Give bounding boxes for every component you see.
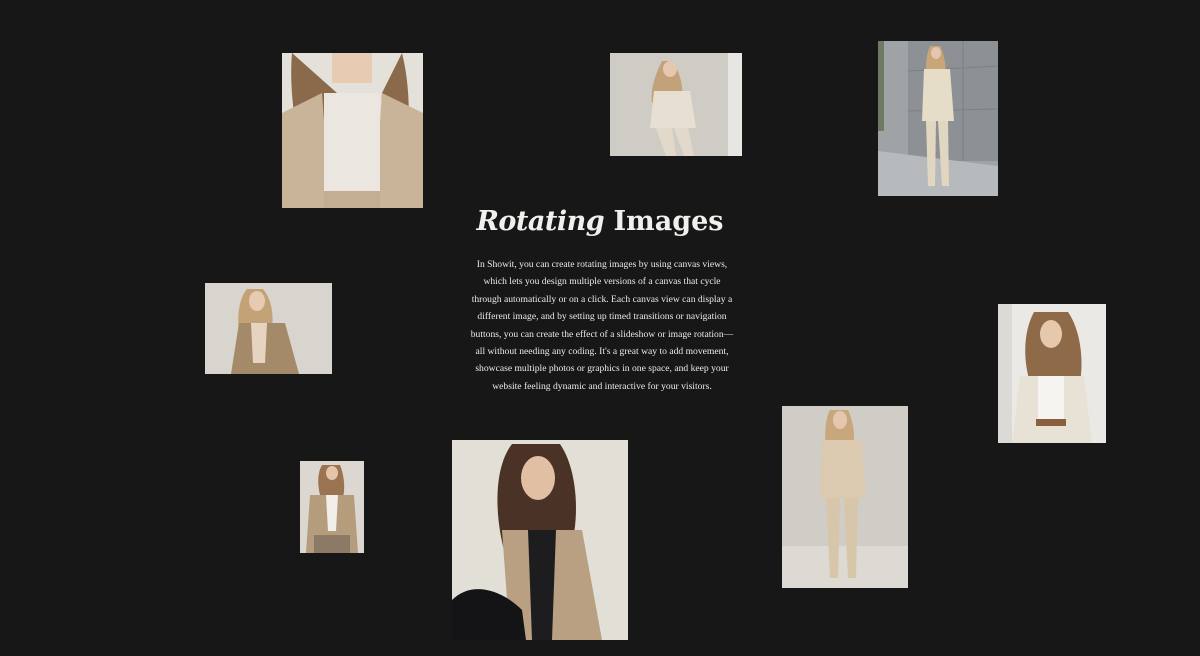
title-italic-word: Rotating [476,206,605,237]
photo-seated-brunette [452,440,628,640]
photo-walking-cream-suit [610,53,742,156]
photo-concrete-walk [878,41,998,196]
section-title: Rotating Images [440,204,760,240]
rotating-images-section: Rotating Images In Showit, you can creat… [0,0,1200,656]
photo-small-standing [300,461,364,553]
photo-closeup-beige-blazer [282,53,423,208]
photo-seated-blonde [205,283,332,374]
section-description: In Showit, you can create rotating image… [470,259,734,392]
photo-full-length-suit [782,406,908,588]
photo-portrait-white-blazer [998,304,1106,443]
title-regular-word: Images [613,206,724,237]
